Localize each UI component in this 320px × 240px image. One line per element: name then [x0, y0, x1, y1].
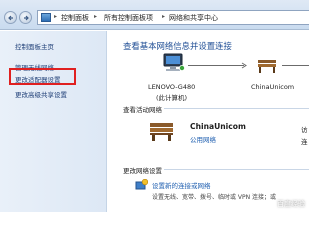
watermark: 百度经验: [277, 200, 305, 208]
arrow-right-icon: [241, 62, 247, 69]
connections-label: 连: [301, 138, 308, 146]
active-networks-heading: 查看活动网络: [123, 106, 162, 114]
access-type-label: 访: [301, 126, 308, 134]
network-type-link[interactable]: 公用网络: [190, 134, 216, 144]
divider: [164, 169, 309, 170]
sidebar: 控制面板主页 管理无线网络 更改适配器设置 更改高级共享设置: [0, 31, 107, 212]
highlight-box: [9, 68, 76, 85]
breadcrumb-item-network-center[interactable]: 网络和共享中心: [169, 13, 218, 23]
sidebar-item-control-panel-home[interactable]: 控制面板主页: [15, 41, 54, 51]
back-button[interactable]: [4, 11, 17, 24]
network-map-name[interactable]: ChinaUnicom: [251, 83, 294, 91]
forward-button[interactable]: [19, 11, 32, 24]
setup-connection-description: 设置无线、宽带、拨号、临时或 VPN 连接；或: [152, 194, 277, 201]
public-network-icon: [258, 60, 276, 73]
arrow-left-icon: [8, 15, 13, 21]
bench-network-icon: [150, 123, 173, 141]
address-bar-area: ▸ 控制面板 ▸ 所有控制面板项 ▸ 网络和共享中心: [0, 0, 309, 30]
sidebar-item-advanced-sharing[interactable]: 更改高级共享设置: [15, 89, 67, 99]
main-panel: 查看基本网络信息并设置连接 LENOVO-G480 (此计算机) ChinaUn…: [108, 31, 309, 212]
address-bar[interactable]: ▸ 控制面板 ▸ 所有控制面板项 ▸ 网络和共享中心: [37, 10, 309, 25]
breadcrumb-separator-icon: ▸: [54, 13, 58, 20]
control-panel-icon: [41, 13, 51, 22]
computer-sub-label: (此计算机): [156, 94, 188, 102]
arrow-right-icon: [24, 15, 29, 21]
computer-name: LENOVO-G480: [148, 83, 196, 91]
breadcrumb-item-control-panel[interactable]: 控制面板: [61, 13, 89, 23]
new-connection-icon: [135, 179, 148, 190]
connection-line: [282, 65, 309, 66]
divider: [164, 108, 309, 109]
computer-icon: [163, 53, 185, 71]
page-title: 查看基本网络信息并设置连接: [123, 41, 232, 51]
change-settings-heading: 更改网络设置: [123, 167, 162, 175]
setup-connection-link[interactable]: 设置新的连接或网络: [152, 180, 211, 190]
breadcrumb-separator-icon: ▸: [94, 13, 98, 20]
active-network-name: ChinaUnicom: [190, 122, 246, 131]
connection-line: [188, 65, 244, 66]
breadcrumb-item-all-items[interactable]: 所有控制面板项: [104, 13, 153, 23]
breadcrumb-separator-icon: ▸: [162, 13, 166, 20]
